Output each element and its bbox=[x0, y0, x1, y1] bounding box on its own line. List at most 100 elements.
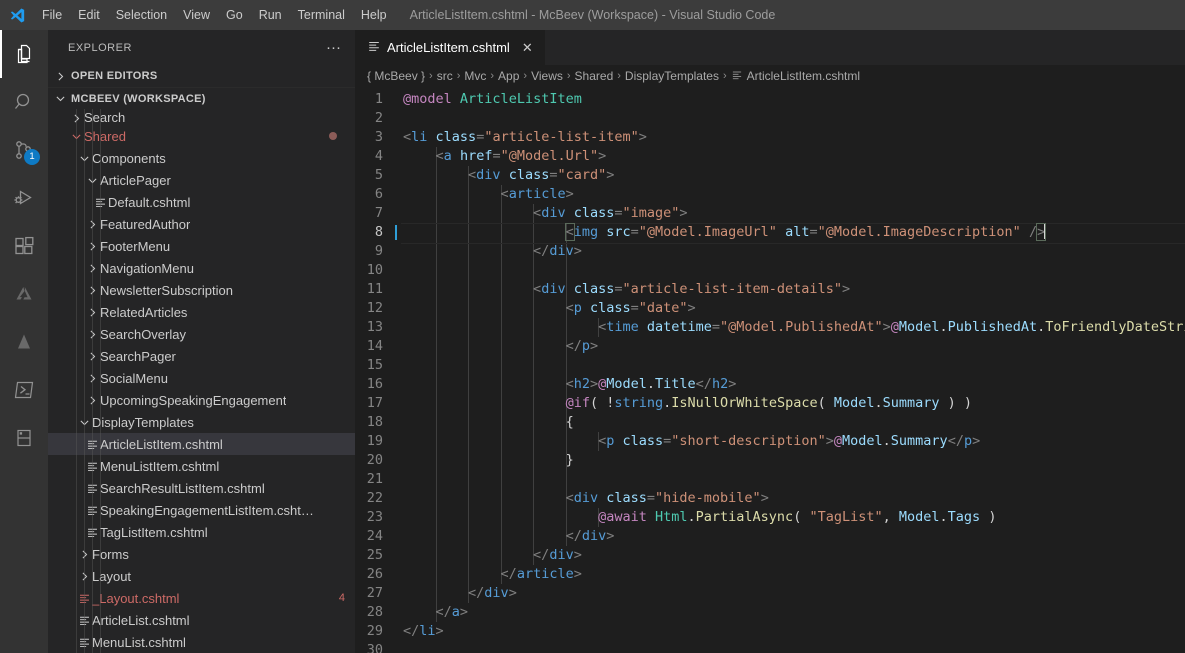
code-line[interactable]: </div> bbox=[401, 527, 1185, 546]
tree-folder-item[interactable]: ArticlePager bbox=[48, 169, 355, 191]
tree-folder-item[interactable]: FeaturedAuthor bbox=[48, 213, 355, 235]
tree-folder-item[interactable]: Layout bbox=[48, 565, 355, 587]
breadcrumb-item[interactable]: Mvc bbox=[464, 69, 486, 83]
menu-selection[interactable]: Selection bbox=[108, 4, 175, 26]
tree-folder-item[interactable]: Components bbox=[48, 147, 355, 169]
code-token: </ bbox=[500, 566, 517, 582]
breadcrumb-item[interactable]: src bbox=[437, 69, 453, 83]
breadcrumb-item[interactable]: DisplayTemplates bbox=[625, 69, 719, 83]
menu-edit[interactable]: Edit bbox=[70, 4, 108, 26]
code-editor[interactable]: 1 2 3 4 5 6 7 8 9 10 11 12 13 14 15 16 17 18 19 20 21 22 23 24 2… bbox=[355, 87, 1185, 653]
code-line[interactable]: </div> bbox=[401, 242, 1185, 261]
activity-powershell[interactable] bbox=[0, 366, 48, 414]
code-line[interactable]: <li class="article-list-item"> bbox=[401, 128, 1185, 147]
code-line[interactable]: </div> bbox=[401, 546, 1185, 565]
tree-file-item[interactable]: SearchResultListItem.cshtml bbox=[48, 477, 355, 499]
code-line[interactable] bbox=[401, 109, 1185, 128]
tree-file-item[interactable]: TagListItem.cshtml bbox=[48, 521, 355, 543]
tab-articlelistitem-cshtml[interactable]: ArticleListItem.cshtml ✕ bbox=[355, 30, 546, 65]
tree-folder-item[interactable]: FooterMenu bbox=[48, 235, 355, 257]
code-line[interactable] bbox=[401, 470, 1185, 489]
activity-source-control[interactable]: 1 bbox=[0, 126, 48, 174]
code-line[interactable]: </div> bbox=[401, 584, 1185, 603]
code-line[interactable]: <div class="hide-mobile"> bbox=[401, 489, 1185, 508]
activity-run-and-debug[interactable] bbox=[0, 174, 48, 222]
code-line[interactable]: @await Html.PartialAsync( "TagList", Mod… bbox=[401, 508, 1185, 527]
code-line[interactable] bbox=[401, 356, 1185, 375]
tree-folder-item[interactable]: SocialMenu bbox=[48, 367, 355, 389]
breadcrumb-item[interactable]: Views bbox=[531, 69, 563, 83]
code-line[interactable]: </li> bbox=[401, 622, 1185, 641]
tree-file-item[interactable]: MenuList.cshtml bbox=[48, 631, 355, 653]
tree-file-item[interactable]: Default.cshtml bbox=[48, 191, 355, 213]
file-tree[interactable]: Search Shared Components ArticlePager Defaul… bbox=[48, 109, 355, 653]
code-line[interactable]: <h2>@Model.Title</h2> bbox=[401, 375, 1185, 394]
breadcrumb-item[interactable]: Shared bbox=[575, 69, 614, 83]
code-line[interactable]: <a href="@Model.Url"> bbox=[401, 147, 1185, 166]
tree-folder-item[interactable]: Shared bbox=[48, 125, 355, 147]
code-token: "@Model.ImageUrl" bbox=[638, 224, 777, 240]
code-line[interactable]: } bbox=[401, 451, 1185, 470]
activity-azure[interactable] bbox=[0, 270, 48, 318]
menu-terminal[interactable]: Terminal bbox=[290, 4, 353, 26]
code-token: article bbox=[516, 566, 574, 582]
close-icon[interactable]: ✕ bbox=[520, 41, 535, 54]
breadcrumb-item[interactable]: ArticleListItem.cshtml bbox=[731, 69, 860, 84]
code-token: "@Model.Url" bbox=[500, 148, 599, 164]
title-bar: File Edit Selection View Go Run Terminal… bbox=[0, 0, 1185, 30]
tree-folder-item[interactable]: DisplayTemplates bbox=[48, 411, 355, 433]
breadcrumb-item[interactable]: { McBeev } bbox=[367, 69, 425, 83]
tree-folder-item[interactable]: UpcomingSpeakingEngagement bbox=[48, 389, 355, 411]
code-line[interactable]: <div class="image"> bbox=[401, 204, 1185, 223]
tree-file-item[interactable]: SpeakingEngagementListItem.csht… bbox=[48, 499, 355, 521]
code-line[interactable]: <p class="short-description">@Model.Summ… bbox=[401, 432, 1185, 451]
code-line[interactable]: <time datetime="@Model.PublishedAt">@Mod… bbox=[401, 318, 1185, 337]
tree-folder-item[interactable]: SearchPager bbox=[48, 345, 355, 367]
code-line[interactable]: <p class="date"> bbox=[401, 299, 1185, 318]
tree-file-item[interactable]: ArticleList.cshtml bbox=[48, 609, 355, 631]
section-open-editors[interactable]: OPEN EDITORS bbox=[48, 65, 355, 87]
tree-file-item[interactable]: ArticleListItem.cshtml bbox=[48, 433, 355, 455]
code-line[interactable]: { bbox=[401, 413, 1185, 432]
tree-folder-item[interactable]: NewsletterSubscription bbox=[48, 279, 355, 301]
tree-folder-item[interactable]: Search bbox=[48, 109, 355, 125]
code-line[interactable]: <div class="card"> bbox=[401, 166, 1185, 185]
code-line[interactable]: @if( !string.IsNullOrWhiteSpace( Model.S… bbox=[401, 394, 1185, 413]
more-actions-icon[interactable]: ··· bbox=[320, 40, 347, 55]
code-token: . bbox=[687, 509, 696, 525]
tree-file-item[interactable]: MenuListItem.cshtml bbox=[48, 455, 355, 477]
code-line[interactable]: </a> bbox=[401, 603, 1185, 622]
code-line[interactable]: </p> bbox=[401, 337, 1185, 356]
code-line[interactable]: <img src="@Model.ImageUrl" alt="@Model.I… bbox=[401, 223, 1185, 244]
code-line[interactable]: <article> bbox=[401, 185, 1185, 204]
code-line[interactable]: @model ArticleListItem bbox=[401, 90, 1185, 109]
tree-folder-item[interactable]: NavigationMenu bbox=[48, 257, 355, 279]
code-line[interactable]: <div class="article-list-item-details"> bbox=[401, 280, 1185, 299]
breadcrumb[interactable]: { McBeev } › src › Mvc › App › Views › Shared › Disp… bbox=[355, 65, 1185, 87]
line-number: 18 bbox=[366, 414, 383, 430]
tree-folder-item[interactable]: RelatedArticles bbox=[48, 301, 355, 323]
tree-item-label: Layout bbox=[92, 568, 132, 584]
activity-search[interactable] bbox=[0, 78, 48, 126]
menu-run[interactable]: Run bbox=[251, 4, 290, 26]
menu-file[interactable]: File bbox=[34, 4, 70, 26]
tree-folder-item[interactable]: Forms bbox=[48, 543, 355, 565]
menu-help[interactable]: Help bbox=[353, 4, 395, 26]
activity-extensions[interactable] bbox=[0, 222, 48, 270]
section-workspace[interactable]: MCBEEV (WORKSPACE) bbox=[48, 87, 355, 109]
tree-file-item[interactable]: _Layout.cshtml 4 bbox=[48, 587, 355, 609]
code-line[interactable] bbox=[401, 261, 1185, 280]
code-line[interactable] bbox=[401, 641, 1185, 653]
menu-go[interactable]: Go bbox=[218, 4, 251, 26]
activity-layout-panel[interactable] bbox=[0, 414, 48, 462]
menu-view[interactable]: View bbox=[175, 4, 218, 26]
code-line[interactable]: </article> bbox=[401, 565, 1185, 584]
activity-explorer[interactable] bbox=[0, 30, 48, 78]
code-token: div bbox=[549, 547, 574, 563]
breadcrumb-item[interactable]: App bbox=[498, 69, 519, 83]
activity-atlassian[interactable] bbox=[0, 318, 48, 366]
tree-folder-item[interactable]: SearchOverlay bbox=[48, 323, 355, 345]
tree-item-label: Shared bbox=[84, 128, 126, 144]
code-content[interactable]: @model ArticleListItem <li class="articl… bbox=[401, 87, 1185, 653]
